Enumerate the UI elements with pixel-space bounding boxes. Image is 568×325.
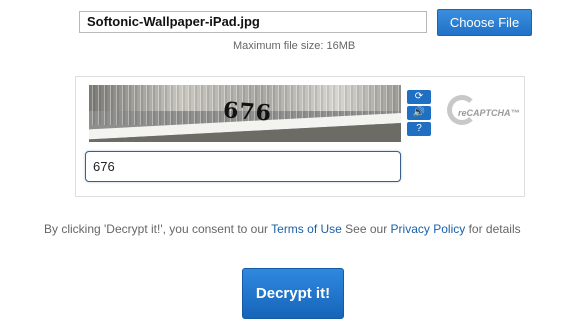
- audio-icon[interactable]: 🔊: [407, 106, 431, 120]
- max-file-size-label: Maximum file size: 16MB: [233, 40, 356, 52]
- recaptcha-logo-text: reCAPTCHA™: [458, 108, 520, 118]
- choose-file-button[interactable]: Choose File: [437, 9, 532, 36]
- captcha-image-text: 676: [222, 97, 273, 127]
- privacy-policy-link[interactable]: Privacy Policy: [391, 222, 466, 236]
- file-name-field[interactable]: Softonic-Wallpaper-iPad.jpg: [79, 11, 427, 33]
- recaptcha-logo: reCAPTCHA™: [444, 93, 524, 133]
- decrypt-button[interactable]: Decrypt it!: [242, 268, 344, 319]
- terms-of-use-link[interactable]: Terms of Use: [271, 222, 342, 236]
- captcha-image: 676: [89, 85, 401, 142]
- captcha-response-input[interactable]: [85, 151, 401, 182]
- consent-middle: See our: [345, 222, 388, 236]
- refresh-icon[interactable]: ⟳: [407, 90, 431, 104]
- consent-suffix: for details: [468, 222, 521, 236]
- help-icon[interactable]: ?: [407, 122, 431, 136]
- captcha-controls: ⟳ 🔊 ?: [407, 90, 433, 138]
- consent-prefix: By clicking 'Decrypt it!', you consent t…: [44, 222, 269, 236]
- consent-text: By clicking 'Decrypt it!', you consent t…: [44, 222, 568, 236]
- decrypt-page: Softonic-Wallpaper-iPad.jpg Choose File …: [0, 0, 568, 325]
